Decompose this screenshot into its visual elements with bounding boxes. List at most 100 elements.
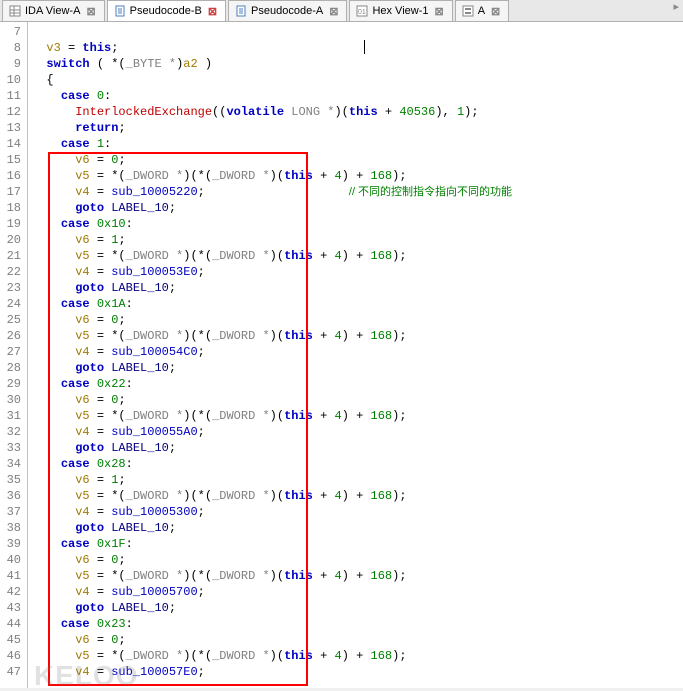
code-line[interactable]: case 1: [32, 136, 683, 152]
code-line[interactable]: v5 = *(_DWORD *)(*(_DWORD *)(this + 4) +… [32, 488, 683, 504]
token-num: 1 [111, 233, 118, 247]
token-num: 4 [335, 409, 342, 423]
code-line[interactable]: v5 = *(_DWORD *)(*(_DWORD *)(this + 4) +… [32, 568, 683, 584]
token-num: 0x1F [97, 537, 126, 551]
token-num: 4 [335, 169, 342, 183]
line-number: 11 [0, 88, 21, 104]
pseudocode-view[interactable]: KELOO v3 = this; switch ( *(_BYTE *)a2 )… [28, 22, 683, 688]
code-line[interactable]: { [32, 72, 683, 88]
code-line[interactable]: v4 = sub_10005220; // 不同的控制指令指向不同的功能 [32, 184, 683, 200]
line-number: 26 [0, 328, 21, 344]
code-line[interactable]: v6 = 0; [32, 392, 683, 408]
code-line[interactable]: switch ( *(_BYTE *)a2 ) [32, 56, 683, 72]
token-num: 168 [371, 649, 393, 663]
tab-close-icon[interactable]: ⊠ [432, 5, 445, 18]
tab-hex-view-1[interactable]: 01 Hex View-1 ⊠ [349, 0, 452, 21]
code-line[interactable]: v6 = 0; [32, 552, 683, 568]
tab-label: Pseudocode-B [130, 5, 202, 17]
code-line[interactable]: case 0x1F: [32, 536, 683, 552]
code-line[interactable]: goto LABEL_10; [32, 600, 683, 616]
code-line[interactable]: v5 = *(_DWORD *)(*(_DWORD *)(this + 4) +… [32, 408, 683, 424]
token-cast: _DWORD * [126, 569, 184, 583]
code-line[interactable]: v6 = 0; [32, 152, 683, 168]
tab-close-icon[interactable]: ⊠ [489, 5, 502, 18]
code-line[interactable]: goto LABEL_10; [32, 280, 683, 296]
hex-icon: 01 [356, 5, 368, 17]
token-kw: volatile [226, 105, 284, 119]
token-var: v6 [75, 153, 89, 167]
line-number: 44 [0, 616, 21, 632]
code-line[interactable]: case 0x28: [32, 456, 683, 472]
code-line[interactable]: v6 = 0; [32, 312, 683, 328]
code-area: 7891011121314151617181920212223242526272… [0, 22, 683, 688]
token-var: v6 [75, 313, 89, 327]
tab-a[interactable]: A⊠ [455, 0, 510, 21]
code-line[interactable]: return; [32, 120, 683, 136]
tab-pseudocode-a[interactable]: Pseudocode-A⊠ [228, 0, 347, 21]
token-num: 0x22 [97, 377, 126, 391]
token-cast: _DWORD * [212, 169, 270, 183]
token-num: 4 [335, 569, 342, 583]
code-line[interactable]: v4 = sub_100054C0; [32, 344, 683, 360]
tab-close-icon[interactable]: ⊠ [206, 5, 219, 18]
line-number: 24 [0, 296, 21, 312]
token-num: 4 [335, 329, 342, 343]
code-line[interactable]: InterlockedExchange((volatile LONG *)(th… [32, 104, 683, 120]
line-number: 40 [0, 552, 21, 568]
tab-close-icon[interactable]: ⊠ [327, 5, 340, 18]
token-var: v5 [75, 169, 89, 183]
code-line[interactable]: goto LABEL_10; [32, 440, 683, 456]
line-number: 9 [0, 56, 21, 72]
token-cast: _DWORD * [126, 409, 184, 423]
token-num: 0 [111, 633, 118, 647]
code-line[interactable]: goto LABEL_10; [32, 200, 683, 216]
code-line[interactable]: case 0x1A: [32, 296, 683, 312]
inline-comment: // 不同的控制指令指向不同的功能 [349, 186, 512, 198]
token-num: 1 [97, 137, 104, 151]
code-line[interactable]: case 0: [32, 88, 683, 104]
code-line[interactable]: v3 = this; [32, 40, 683, 56]
token-num: 1 [457, 105, 464, 119]
token-kw: case [61, 217, 90, 231]
code-line[interactable]: v5 = *(_DWORD *)(*(_DWORD *)(this + 4) +… [32, 168, 683, 184]
token-fn: sub_10005700 [111, 585, 197, 599]
line-number: 41 [0, 568, 21, 584]
token-num: 168 [371, 249, 393, 263]
token-label: LABEL_10 [111, 601, 169, 615]
doc-icon [235, 5, 247, 17]
code-line[interactable]: case 0x23: [32, 616, 683, 632]
tab-pseudocode-b[interactable]: Pseudocode-B ⊠ [107, 0, 226, 21]
token-kw: this [284, 169, 313, 183]
code-line[interactable]: case 0x10: [32, 216, 683, 232]
code-line[interactable]: v6 = 1; [32, 232, 683, 248]
tab-ida-view-a[interactable]: IDA View-A⊠ [2, 0, 105, 21]
token-num: 0 [111, 313, 118, 327]
line-number: 46 [0, 648, 21, 664]
token-var: v6 [75, 393, 89, 407]
token-kw: goto [75, 201, 104, 215]
token-kw: goto [75, 281, 104, 295]
token-cast: _DWORD * [212, 329, 270, 343]
code-line[interactable]: goto LABEL_10; [32, 360, 683, 376]
line-number: 37 [0, 504, 21, 520]
token-kw: goto [75, 601, 104, 615]
code-line[interactable]: v5 = *(_DWORD *)(*(_DWORD *)(this + 4) +… [32, 248, 683, 264]
code-line[interactable]: goto LABEL_10; [32, 520, 683, 536]
token-label: LABEL_10 [111, 361, 169, 375]
code-line[interactable]: v4 = sub_10005300; [32, 504, 683, 520]
code-line[interactable]: v4 = sub_100055A0; [32, 424, 683, 440]
code-line[interactable]: v6 = 1; [32, 472, 683, 488]
line-number: 34 [0, 456, 21, 472]
code-line[interactable]: v6 = 0; [32, 632, 683, 648]
code-line[interactable]: v4 = sub_100053E0; [32, 264, 683, 280]
code-line[interactable]: v5 = *(_DWORD *)(*(_DWORD *)(this + 4) +… [32, 328, 683, 344]
token-cast: _DWORD * [212, 409, 270, 423]
tab-scroll-right[interactable]: ▸ [669, 0, 683, 21]
code-line[interactable] [32, 24, 683, 40]
code-line[interactable]: v4 = sub_10005700; [32, 584, 683, 600]
token-num: 168 [371, 569, 393, 583]
tab-label: Hex View-1 [372, 5, 428, 17]
code-line[interactable]: case 0x22: [32, 376, 683, 392]
token-num: 1 [111, 473, 118, 487]
tab-close-icon[interactable]: ⊠ [84, 5, 97, 18]
